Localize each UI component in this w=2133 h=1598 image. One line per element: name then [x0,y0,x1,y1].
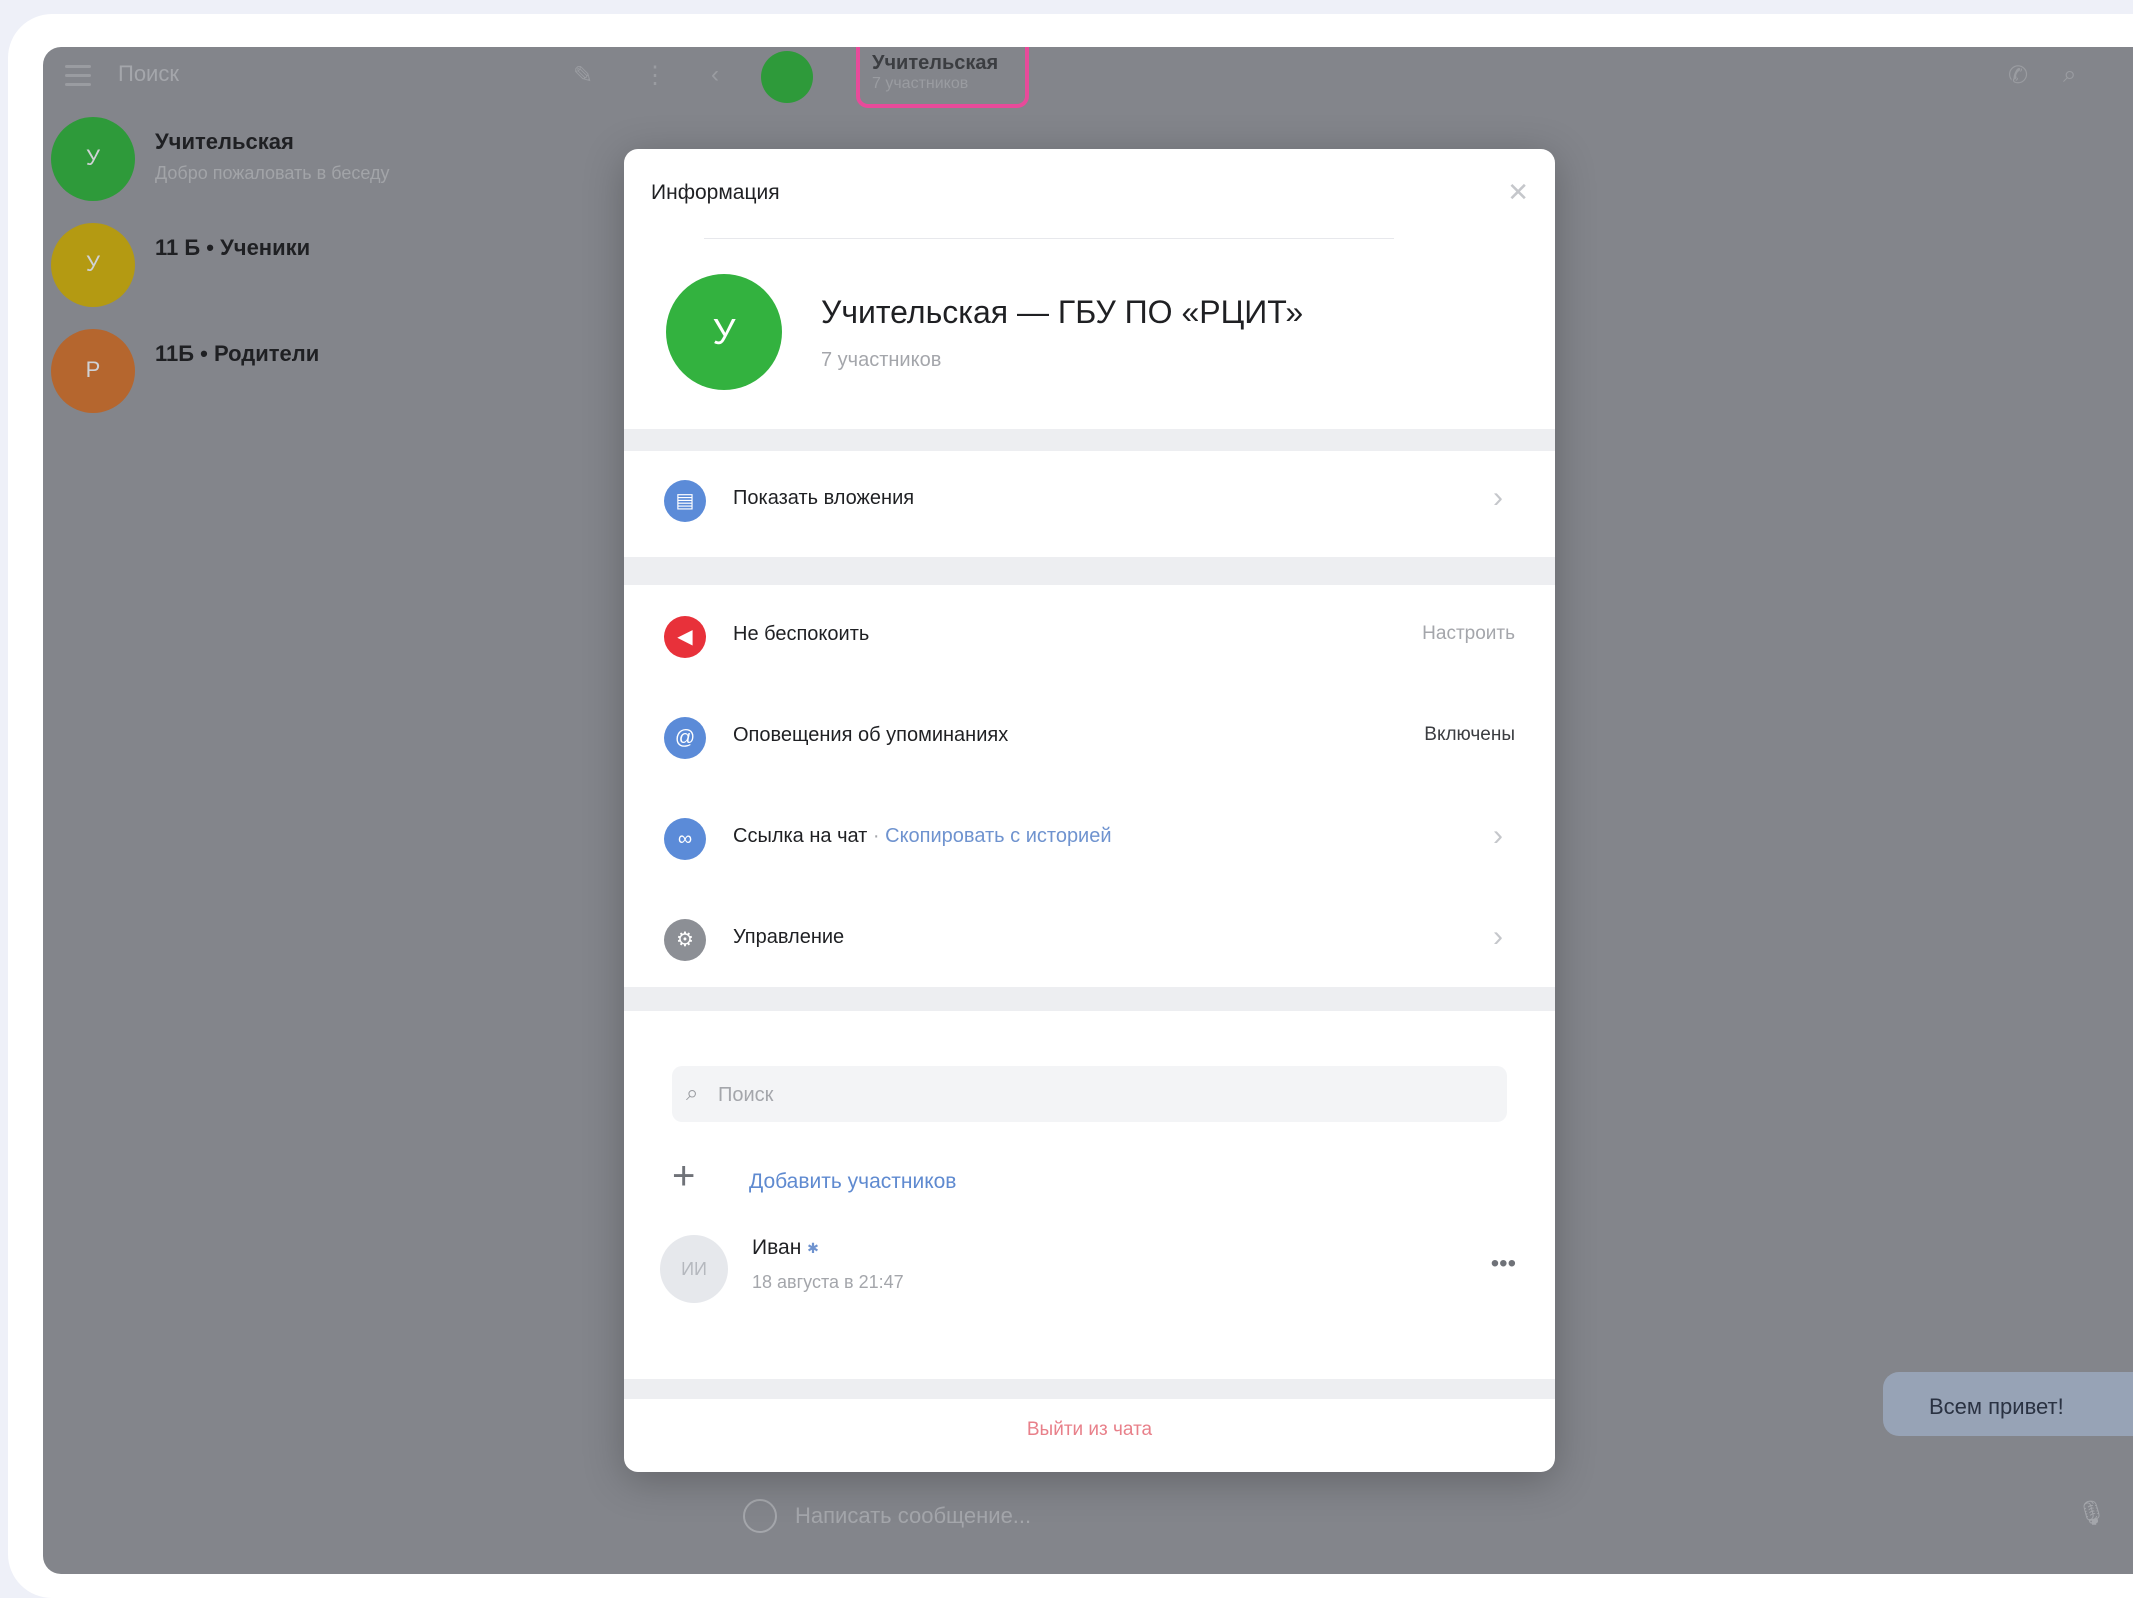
menu-icon[interactable] [65,65,91,86]
member-avatar: ИИ [660,1235,728,1303]
add-members-button[interactable]: + Добавить участников [672,1154,1507,1214]
call-icon[interactable]: ✆ [2008,61,2028,90]
attachments-icon: ▤ [664,480,706,522]
link-icon: ∞ [664,818,706,860]
chat-link-label: Ссылка на чат [733,825,868,847]
chat-list: У Учительская Добро пожаловать в беседу … [43,117,603,435]
member-list-item[interactable]: ИИ Иван ✱ 18 августа в 21:47 ••• [660,1224,1520,1324]
chat-name: 11 Б • Ученики [155,235,311,260]
chat-list-item[interactable]: У Учительская Добро пожаловать в беседу [43,117,603,223]
chat-subtitle: 7 участников [872,75,969,92]
info-modal: Информация ✕ У Учительская — ГБУ ПО «РЦИ… [624,149,1555,1472]
row-label: Показать вложения [733,487,915,509]
section-separator [624,1379,1555,1399]
member-name-line: Иван ✱ [752,1236,819,1260]
copy-with-history-link[interactable]: Скопировать с историей [885,825,1111,847]
chat-avatar: Р [51,329,135,413]
member-name: Иван [752,1236,802,1259]
members-search[interactable]: ⌕ [672,1066,1507,1122]
top-bar: Поиск ✎ ⋮ ‹ Учительская 7 участников ✆ ⌕ [43,47,2133,108]
chat-name: 11Б • Родители [155,341,320,366]
search-icon[interactable]: ⌕ [2063,61,2076,89]
composer: Написать сообщение... 🎙 [743,1487,2123,1547]
separator-dot: · [867,825,886,847]
chat-avatar: У [51,223,135,307]
online-star-icon: ✱ [807,1239,819,1256]
chat-list-item[interactable]: У 11 Б • Ученики [43,223,603,329]
mentions-value[interactable]: Включены [1424,724,1515,746]
group-avatar: У [666,274,782,390]
message-input[interactable]: Написать сообщение... [795,1503,1031,1529]
modal-title: Информация [651,181,780,204]
search-icon: ⌕ [686,1080,699,1105]
row-label: Управление [733,926,845,948]
row-label: Не беспокоить [733,623,870,645]
chat-list-item[interactable]: Р 11Б • Родители [43,329,603,435]
members-search-input[interactable] [716,1078,1480,1112]
dnd-setting-value[interactable]: Настроить [1422,623,1515,645]
compose-icon[interactable]: ✎ [573,61,593,90]
attach-icon[interactable] [743,1499,777,1533]
row-label: Оповещения об упоминаниях [733,724,1009,746]
chat-title-highlight[interactable]: Учительская 7 участников [856,47,1029,108]
chat-avatar: У [51,117,135,201]
member-last-seen: 18 августа в 21:47 [752,1272,904,1292]
manage-row[interactable]: ⚙ Управление › [624,890,1555,986]
close-icon[interactable]: ✕ [1507,177,1529,208]
chevron-right-icon: › [1493,920,1503,953]
section-separator [624,557,1555,585]
modal-header: Информация ✕ [624,149,1555,239]
filter-icon[interactable]: ⋮ [643,61,667,90]
sidebar-search-input[interactable]: Поиск [118,61,179,87]
show-attachments-row[interactable]: ▤ Показать вложения › [624,451,1555,547]
chat-link-row[interactable]: ∞ Ссылка на чат · Скопировать с историей… [624,789,1555,885]
chat-title: Учительская [872,52,999,74]
leave-chat-button[interactable]: Выйти из чата [624,1419,1555,1441]
row-label: Ссылка на чат · Скопировать с историей [733,825,1112,848]
bell-off-icon: ◀ [664,616,706,658]
more-icon[interactable]: ••• [1491,1250,1516,1278]
do-not-disturb-row[interactable]: ◀ Не беспокоить Настроить [624,587,1555,683]
chat-name: Учительская [155,129,294,154]
microphone-icon[interactable]: 🎙 [2077,1499,2107,1528]
mentions-row[interactable]: @ Оповещения об упоминаниях Включены [624,688,1555,784]
divider [704,238,1394,239]
chevron-right-icon: › [1493,481,1503,514]
chat-preview: Добро пожаловать в беседу [155,163,390,183]
add-members-label: Добавить участников [749,1170,957,1193]
gear-icon: ⚙ [664,919,706,961]
back-icon[interactable]: ‹ [711,61,719,89]
section-separator [624,987,1555,1011]
message-bubble[interactable]: Всем привет! [1883,1372,2133,1436]
group-name: Учительская — ГБУ ПО «РЦИТ» [821,294,1304,330]
at-icon: @ [664,717,706,759]
header-avatar[interactable] [761,51,813,103]
section-separator [624,429,1555,451]
group-members-count[interactable]: 7 участников [821,349,941,372]
chevron-right-icon: › [1493,819,1503,852]
plus-icon: + [672,1154,696,1198]
